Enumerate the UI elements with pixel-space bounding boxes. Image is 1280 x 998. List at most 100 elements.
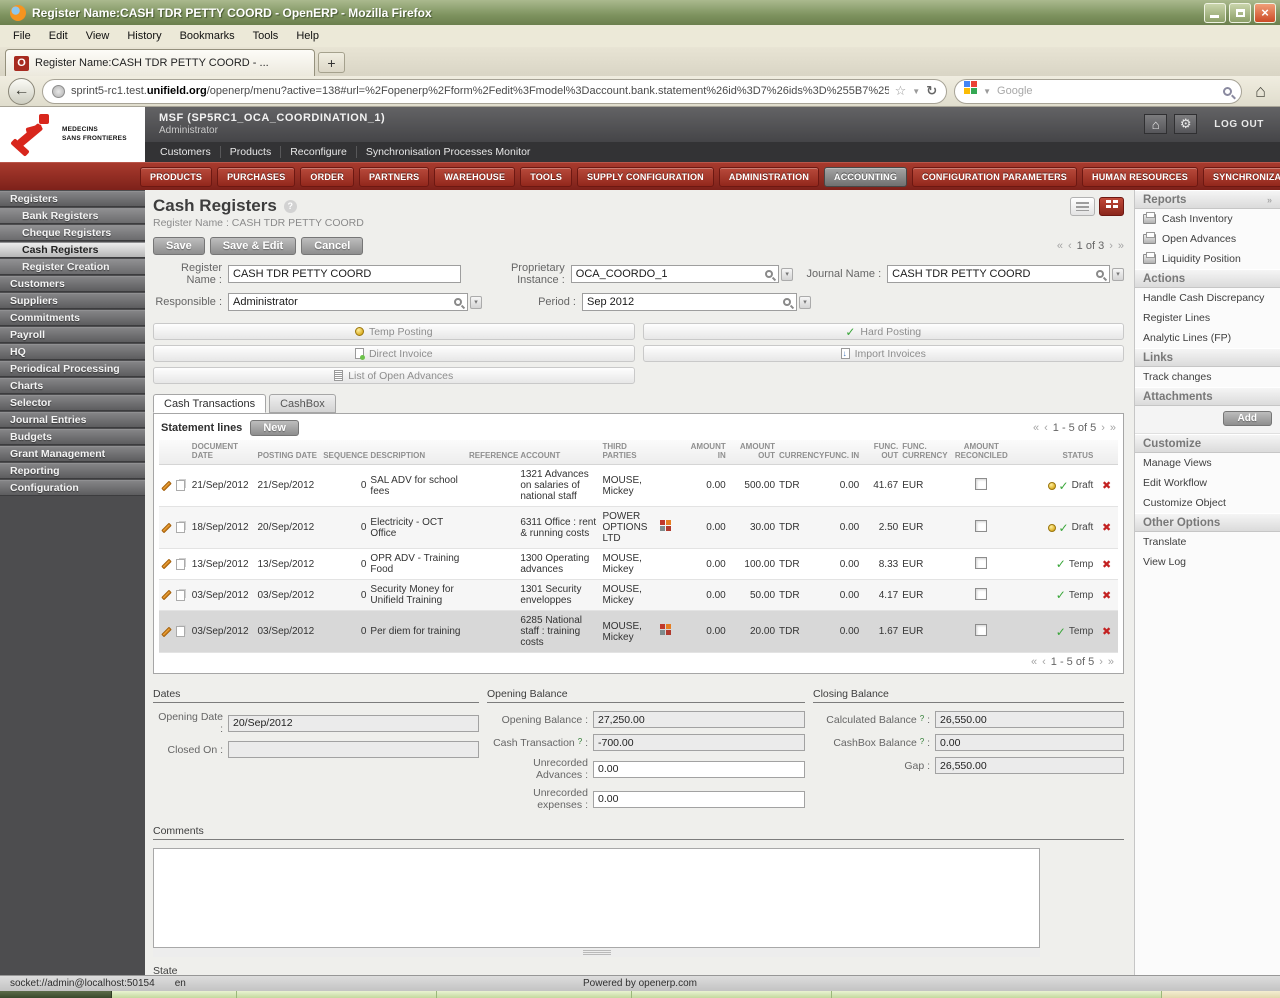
search-lookup-icon[interactable] <box>1096 270 1105 278</box>
close-button[interactable]: × <box>1254 2 1276 23</box>
check-icon[interactable]: ✓ <box>1056 589 1066 601</box>
link-track-changes[interactable]: Track changes <box>1135 367 1280 387</box>
shortcut-sync-monitor[interactable]: Synchronisation Processes Monitor <box>357 146 540 158</box>
search-lookup-icon[interactable] <box>765 270 774 278</box>
preferences-gear-icon[interactable]: ⚙ <box>1174 114 1198 134</box>
nav-configuration-parameters[interactable]: CONFIGURATION PARAMETERS <box>912 166 1077 187</box>
sidebar-item-hq[interactable]: HQ <box>0 344 145 360</box>
sidebar-item-customers[interactable]: Customers <box>0 276 145 292</box>
pager-next-icon[interactable]: › <box>1099 656 1103 668</box>
pager-prev-icon[interactable]: ‹ <box>1042 656 1046 668</box>
other-view-log[interactable]: View Log <box>1135 552 1280 572</box>
shortcut-customers[interactable]: Customers <box>151 146 221 158</box>
search-icon[interactable] <box>1223 86 1233 96</box>
nav-synchronization[interactable]: SYNCHRONIZATION <box>1203 166 1280 187</box>
pager-first-icon[interactable]: « <box>1057 240 1063 252</box>
sidebar-item-cheque-registers[interactable]: Cheque Registers <box>0 225 145 241</box>
sidebar-item-periodical-processing[interactable]: Periodical Processing <box>0 361 145 377</box>
pager-last-icon[interactable]: » <box>1108 656 1114 668</box>
reconciled-checkbox[interactable] <box>975 587 988 600</box>
table-row[interactable]: 13/Sep/2012 13/Sep/2012 0 OPR ADV - Trai… <box>159 548 1118 580</box>
register-name-field[interactable] <box>228 265 461 283</box>
delete-row-icon[interactable]: ✖ <box>1095 548 1118 580</box>
sidebar-item-payroll[interactable]: Payroll <box>0 327 145 343</box>
instance-dropdown-icon[interactable]: ▾ <box>781 267 794 281</box>
sidebar-item-register-creation[interactable]: Register Creation <box>0 259 145 275</box>
partner-icon[interactable] <box>659 624 665 629</box>
sidebar-item-suppliers[interactable]: Suppliers <box>0 293 145 309</box>
pager-last-icon[interactable]: » <box>1110 422 1116 434</box>
cash-transaction-field[interactable] <box>593 734 805 751</box>
nav-purchases[interactable]: PURCHASES <box>217 166 296 187</box>
pager-next-icon[interactable]: › <box>1101 422 1105 434</box>
cancel-button[interactable]: Cancel <box>301 237 364 255</box>
proprietary-instance-field[interactable] <box>570 265 780 283</box>
shortcut-reconfigure[interactable]: Reconfigure <box>281 146 357 158</box>
reload-icon[interactable]: ↻ <box>926 83 937 99</box>
nav-human-resources[interactable]: HUMAN RESOURCES <box>1082 166 1199 187</box>
nav-tools[interactable]: TOOLS <box>520 166 573 187</box>
menu-bookmarks[interactable]: Bookmarks <box>171 27 244 45</box>
browser-tab[interactable]: O Register Name:CASH TDR PETTY COORD - .… <box>5 49 315 76</box>
pager-prev-icon[interactable]: ‹ <box>1068 240 1072 252</box>
period-dropdown-icon[interactable]: ▾ <box>799 295 811 309</box>
search-lookup-icon[interactable] <box>783 298 791 306</box>
duplicate-icon[interactable] <box>176 522 185 533</box>
check-icon[interactable]: ✓ <box>1059 522 1069 534</box>
menu-file[interactable]: File <box>4 27 40 45</box>
calculated-balance-field[interactable] <box>935 711 1124 728</box>
tab-cashbox[interactable]: CashBox <box>269 394 336 413</box>
open-advances-button[interactable]: List of Open Advances <box>153 367 635 384</box>
menu-edit[interactable]: Edit <box>40 27 77 45</box>
bookmark-star-icon[interactable]: ☆ <box>895 83 907 99</box>
check-icon[interactable]: ✓ <box>1056 558 1066 570</box>
reconciled-checkbox[interactable] <box>975 556 988 569</box>
duplicate-icon[interactable] <box>176 626 185 637</box>
tab-cash-transactions[interactable]: Cash Transactions <box>153 394 267 413</box>
taskbar-segment[interactable] <box>0 991 112 998</box>
table-row[interactable]: 03/Sep/2012 03/Sep/2012 0 Security Money… <box>159 579 1118 611</box>
table-row[interactable]: 03/Sep/2012 03/Sep/2012 0 Per diem for t… <box>159 610 1118 653</box>
report-open-advances[interactable]: Open Advances <box>1135 229 1280 249</box>
duplicate-icon[interactable] <box>176 589 185 601</box>
reconciled-checkbox[interactable] <box>975 520 988 532</box>
sidebar-item-commitments[interactable]: Commitments <box>0 310 145 326</box>
search-lookup-icon[interactable] <box>454 298 462 306</box>
pager-last-icon[interactable]: » <box>1118 240 1124 252</box>
delete-row-icon[interactable]: ✖ <box>1095 464 1118 507</box>
table-row[interactable]: 21/Sep/2012 21/Sep/2012 0 SAL ADV for sc… <box>159 464 1118 507</box>
sidebar-item-grant-management[interactable]: Grant Management <box>0 446 145 462</box>
add-attachment-button[interactable]: Add <box>1222 411 1272 426</box>
taskbar-segment[interactable] <box>1162 991 1280 998</box>
list-view-icon[interactable] <box>1070 196 1095 216</box>
sidebar-item-selector[interactable]: Selector <box>0 395 145 411</box>
pager-first-icon[interactable]: « <box>1031 656 1037 668</box>
customize-object[interactable]: Customize Object <box>1135 493 1280 513</box>
minimize-button[interactable] <box>1204 2 1226 23</box>
back-button[interactable]: ← <box>8 77 35 105</box>
taskbar-segment[interactable] <box>112 991 237 998</box>
shortcut-products[interactable]: Products <box>221 146 282 158</box>
delete-row-icon[interactable]: ✖ <box>1095 506 1118 549</box>
gap-field[interactable] <box>935 757 1124 774</box>
report-liquidity-position[interactable]: Liquidity Position <box>1135 249 1280 269</box>
sidebar-item-budgets[interactable]: Budgets <box>0 429 145 445</box>
collapse-panel-icon[interactable]: » <box>1267 195 1272 205</box>
period-field[interactable] <box>582 293 797 311</box>
url-dropdown-icon[interactable]: ▼ <box>912 87 920 96</box>
unrecorded-expenses-field[interactable] <box>593 790 805 808</box>
new-line-button[interactable]: New <box>250 420 299 436</box>
journal-name-field[interactable] <box>887 265 1111 283</box>
comments-textarea[interactable] <box>153 848 1040 948</box>
edit-pencil-icon[interactable] <box>161 589 172 601</box>
taskbar-segment[interactable] <box>832 991 1162 998</box>
nav-warehouse[interactable]: WAREHOUSE <box>434 166 516 187</box>
search-bar[interactable]: ▼ Google <box>954 78 1243 104</box>
duplicate-icon[interactable] <box>176 480 185 491</box>
home-button[interactable]: ⌂ <box>1249 81 1272 102</box>
delete-row-icon[interactable]: ✖ <box>1095 610 1118 653</box>
report-cash-inventory[interactable]: Cash Inventory <box>1135 209 1280 229</box>
check-icon[interactable]: ✓ <box>1056 626 1066 638</box>
reconciled-checkbox[interactable] <box>975 624 988 636</box>
responsible-field[interactable] <box>228 293 468 311</box>
